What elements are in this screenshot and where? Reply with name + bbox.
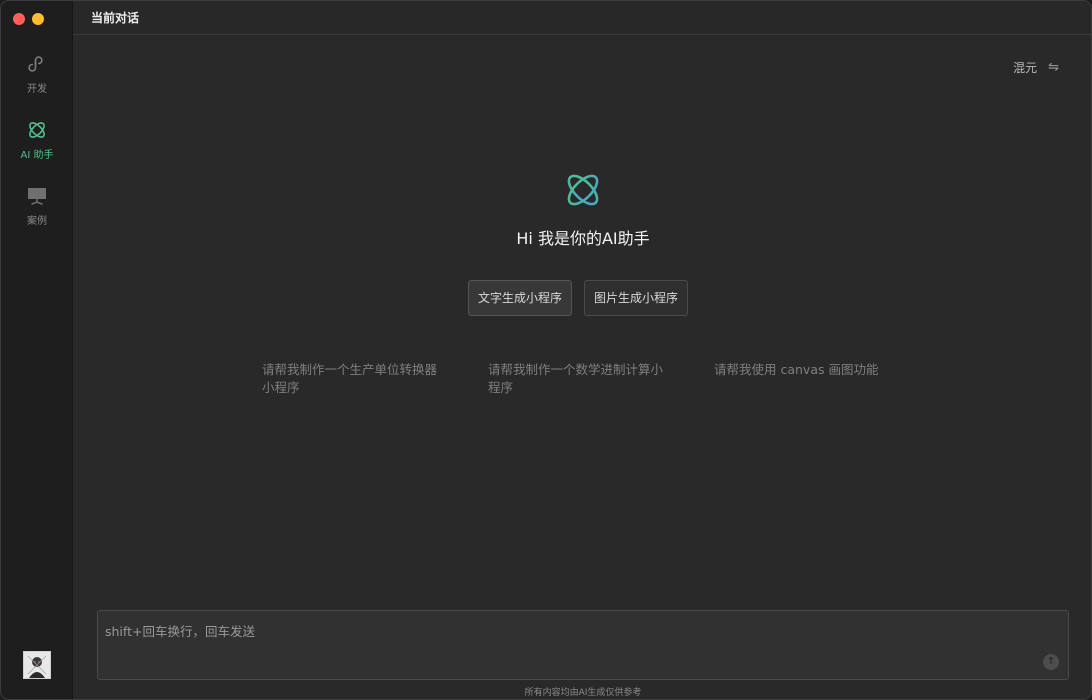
sidebar-item-label: 案例: [27, 216, 47, 227]
model-switch[interactable]: 混元 ⇋: [1013, 59, 1059, 76]
window-controls: [13, 13, 44, 25]
suggestion-list: 请帮我制作一个生产单位转换器小程序 请帮我制作一个数学进制计算小程序 请帮我使用…: [262, 361, 896, 397]
sidebar: 开发 AI 助手 案例: [1, 1, 73, 699]
swap-icon: ⇋: [1048, 60, 1059, 75]
sidebar-item-develop[interactable]: 开发: [1, 53, 73, 103]
arrow-up-icon: ↑: [1046, 656, 1056, 667]
send-button[interactable]: ↑: [1043, 654, 1059, 670]
main-panel: 当前对话 混元 ⇋ Hi 我是你的AI助手 文字生成小程序 图片生成小程序 请帮…: [73, 1, 1091, 699]
avatar[interactable]: [23, 651, 51, 679]
showcase-icon: [28, 188, 46, 205]
page-title: 当前对话: [91, 11, 140, 25]
ai-disclaimer: 所有内容均由AI生成仅供参考: [524, 688, 642, 698]
ai-assistant-icon: [29, 122, 45, 138]
model-name: 混元: [1013, 61, 1038, 75]
greeting-title: Hi 我是你的AI助手: [516, 229, 650, 248]
chat-input[interactable]: [98, 611, 1068, 679]
ai-assistant-icon: [567, 174, 599, 206]
sidebar-item-ai-assistant[interactable]: AI 助手: [1, 119, 73, 169]
sidebar-item-cases[interactable]: 案例: [1, 185, 73, 235]
text-to-mini-program-button[interactable]: 文字生成小程序: [468, 280, 573, 316]
suggestion-item[interactable]: 请帮我使用 canvas 画图功能: [714, 361, 896, 397]
sidebar-item-label: 开发: [27, 84, 47, 95]
image-to-mini-program-button[interactable]: 图片生成小程序: [584, 280, 689, 316]
user-avatar-icon: [24, 652, 50, 678]
sidebar-item-label: AI 助手: [20, 150, 54, 161]
mini-program-icon: [28, 56, 43, 72]
top-bar: 当前对话: [73, 1, 1091, 35]
app-window: 开发 AI 助手 案例 当前对话 混元 ⇋ Hi 我是你的AI助手 文字生成小程…: [0, 0, 1092, 700]
generation-mode-group: 文字生成小程序 图片生成小程序: [468, 280, 689, 316]
chat-input-box: ↑: [97, 610, 1069, 680]
close-window-button[interactable]: [13, 13, 25, 25]
suggestion-item[interactable]: 请帮我制作一个数学进制计算小程序: [488, 361, 670, 397]
suggestion-item[interactable]: 请帮我制作一个生产单位转换器小程序: [262, 361, 444, 397]
minimize-window-button[interactable]: [32, 13, 44, 25]
